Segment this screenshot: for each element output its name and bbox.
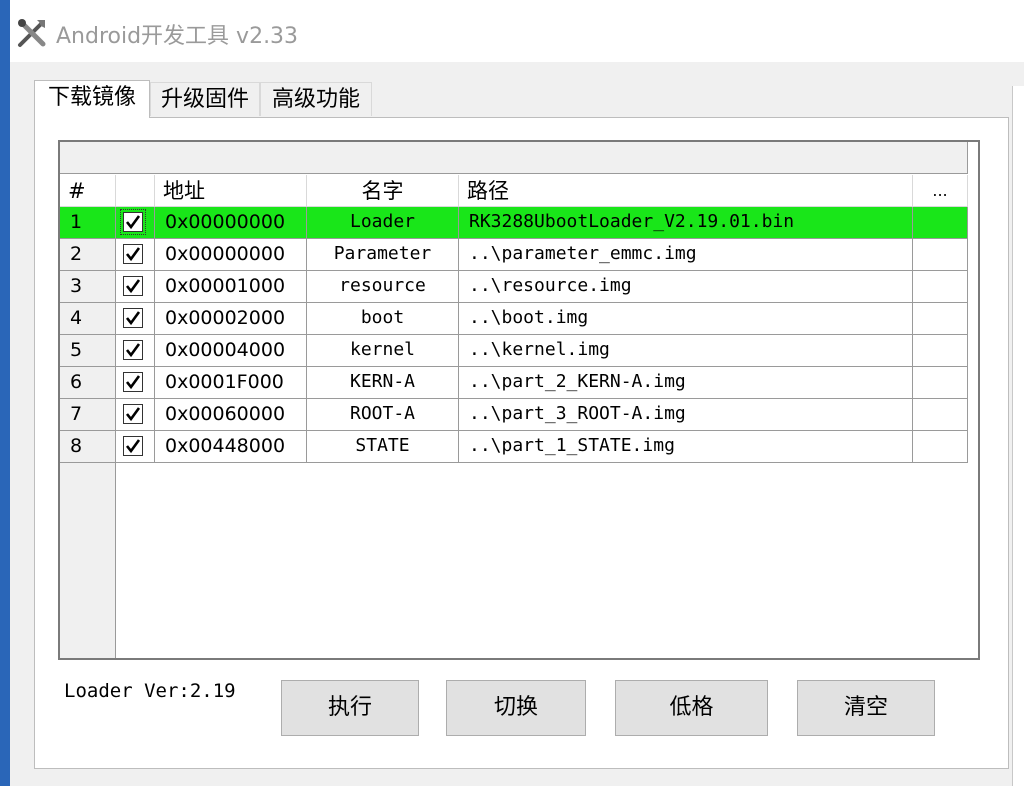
row-checkbox[interactable]: [123, 436, 143, 456]
row-name: kernel: [307, 335, 459, 367]
column-header-more[interactable]: ...: [913, 175, 968, 207]
checkmark-icon: [125, 279, 141, 294]
row-checkbox[interactable]: [123, 308, 143, 328]
row-name: resource: [307, 271, 459, 303]
checkmark-icon: [125, 247, 141, 262]
row-number: 8: [60, 431, 116, 463]
table-row[interactable]: 5 0x00004000 kernel ..\kernel.img: [60, 335, 968, 367]
checkmark-icon: [125, 343, 141, 358]
row-check-cell: [116, 207, 155, 239]
switch-button[interactable]: 切换: [446, 680, 586, 736]
row-address: 0x00448000: [155, 431, 307, 463]
table-row[interactable]: 1 0x00000000 Loader RK3288UbootLoader_V2.19…: [60, 207, 968, 239]
row-number: 6: [60, 367, 116, 399]
row-address: 0x00004000: [155, 335, 307, 367]
row-path: ..\part_3_ROOT-A.img: [459, 399, 913, 431]
row-check-cell: [116, 335, 155, 367]
window-title: Android开发工具 v2.33: [56, 24, 299, 49]
row-name: STATE: [307, 431, 459, 463]
row-extra: [913, 303, 968, 335]
table-row[interactable]: 6 0x0001F000 KERN-A ..\part_2_KERN-A.img: [60, 367, 968, 399]
low-format-button[interactable]: 低格: [615, 680, 768, 736]
row-extra: [913, 335, 968, 367]
row-checkbox[interactable]: [123, 372, 143, 392]
row-address: 0x00002000: [155, 303, 307, 335]
row-name: ROOT-A: [307, 399, 459, 431]
row-checkbox[interactable]: [123, 340, 143, 360]
row-path: ..\part_2_KERN-A.img: [459, 367, 913, 399]
row-number: 3: [60, 271, 116, 303]
row-path: ..\kernel.img: [459, 335, 913, 367]
column-header-name[interactable]: 名字: [307, 175, 459, 207]
tools-icon: [15, 16, 49, 50]
row-address: 0x00001000: [155, 271, 307, 303]
run-button[interactable]: 执行: [281, 680, 419, 736]
adjacent-panel-edge: [1012, 86, 1024, 786]
column-header-number[interactable]: #: [60, 175, 116, 207]
table-row[interactable]: 7 0x00060000 ROOT-A ..\part_3_ROOT-A.img: [60, 399, 968, 431]
tab-advanced-features[interactable]: 高级功能: [260, 82, 372, 116]
row-name: Loader: [307, 207, 459, 239]
row-name: KERN-A: [307, 367, 459, 399]
row-path: ..\boot.img: [459, 303, 913, 335]
list-top-bar: [60, 142, 968, 174]
loader-version-label: Loader Ver:2.19: [64, 680, 236, 702]
row-extra: [913, 207, 968, 239]
row-number: 2: [60, 239, 116, 271]
row-check-cell: [116, 431, 155, 463]
row-number: 1: [60, 207, 116, 239]
row-address: 0x0001F000: [155, 367, 307, 399]
row-number: 4: [60, 303, 116, 335]
row-checkbox[interactable]: [123, 244, 143, 264]
table-row[interactable]: 4 0x00002000 boot ..\boot.img: [60, 303, 968, 335]
column-header-address[interactable]: 地址: [155, 175, 307, 207]
column-header-path[interactable]: 路径: [459, 175, 913, 207]
table-row[interactable]: 2 0x00000000 Parameter ..\parameter_emmc.im…: [60, 239, 968, 271]
window-border: [0, 0, 10, 786]
row-extra: [913, 271, 968, 303]
row-check-cell: [116, 239, 155, 271]
row-extra: [913, 431, 968, 463]
row-number: 7: [60, 399, 116, 431]
row-address: 0x00000000: [155, 207, 307, 239]
tab-download-image[interactable]: 下载镜像: [34, 80, 150, 118]
image-list[interactable]: # 地址 名字 路径 ... 1 0x00000000 Loader RK3288Ub…: [58, 140, 980, 660]
row-name: boot: [307, 303, 459, 335]
row-extra: [913, 399, 968, 431]
row-check-cell: [116, 303, 155, 335]
row-name: Parameter: [307, 239, 459, 271]
table-row[interactable]: 8 0x00448000 STATE ..\part_1_STATE.img: [60, 431, 968, 463]
checkmark-icon: [125, 311, 141, 326]
row-path: ..\parameter_emmc.img: [459, 239, 913, 271]
row-path: ..\part_1_STATE.img: [459, 431, 913, 463]
row-checkbox[interactable]: [120, 209, 146, 235]
row-address: 0x00000000: [155, 239, 307, 271]
row-check-cell: [116, 399, 155, 431]
checkmark-icon: [125, 215, 141, 230]
table-row[interactable]: 3 0x00001000 resource ..\resource.img: [60, 271, 968, 303]
row-extra: [913, 239, 968, 271]
row-path: RK3288UbootLoader_V2.19.01.bin: [459, 207, 913, 239]
row-extra: [913, 367, 968, 399]
title-bar[interactable]: Android开发工具 v2.33: [10, 0, 1024, 62]
row-checkbox[interactable]: [123, 276, 143, 296]
checkmark-icon: [125, 375, 141, 390]
row-checkbox[interactable]: [123, 404, 143, 424]
tab-upgrade-firmware[interactable]: 升级固件: [150, 82, 260, 116]
list-header: # 地址 名字 路径 ...: [60, 175, 968, 207]
checkmark-icon: [125, 439, 141, 454]
column-header-check[interactable]: [116, 175, 155, 207]
row-address: 0x00060000: [155, 399, 307, 431]
clear-button[interactable]: 清空: [797, 680, 935, 736]
checkmark-icon: [125, 407, 141, 422]
row-check-cell: [116, 271, 155, 303]
row-check-cell: [116, 367, 155, 399]
row-path: ..\resource.img: [459, 271, 913, 303]
row-number: 5: [60, 335, 116, 367]
